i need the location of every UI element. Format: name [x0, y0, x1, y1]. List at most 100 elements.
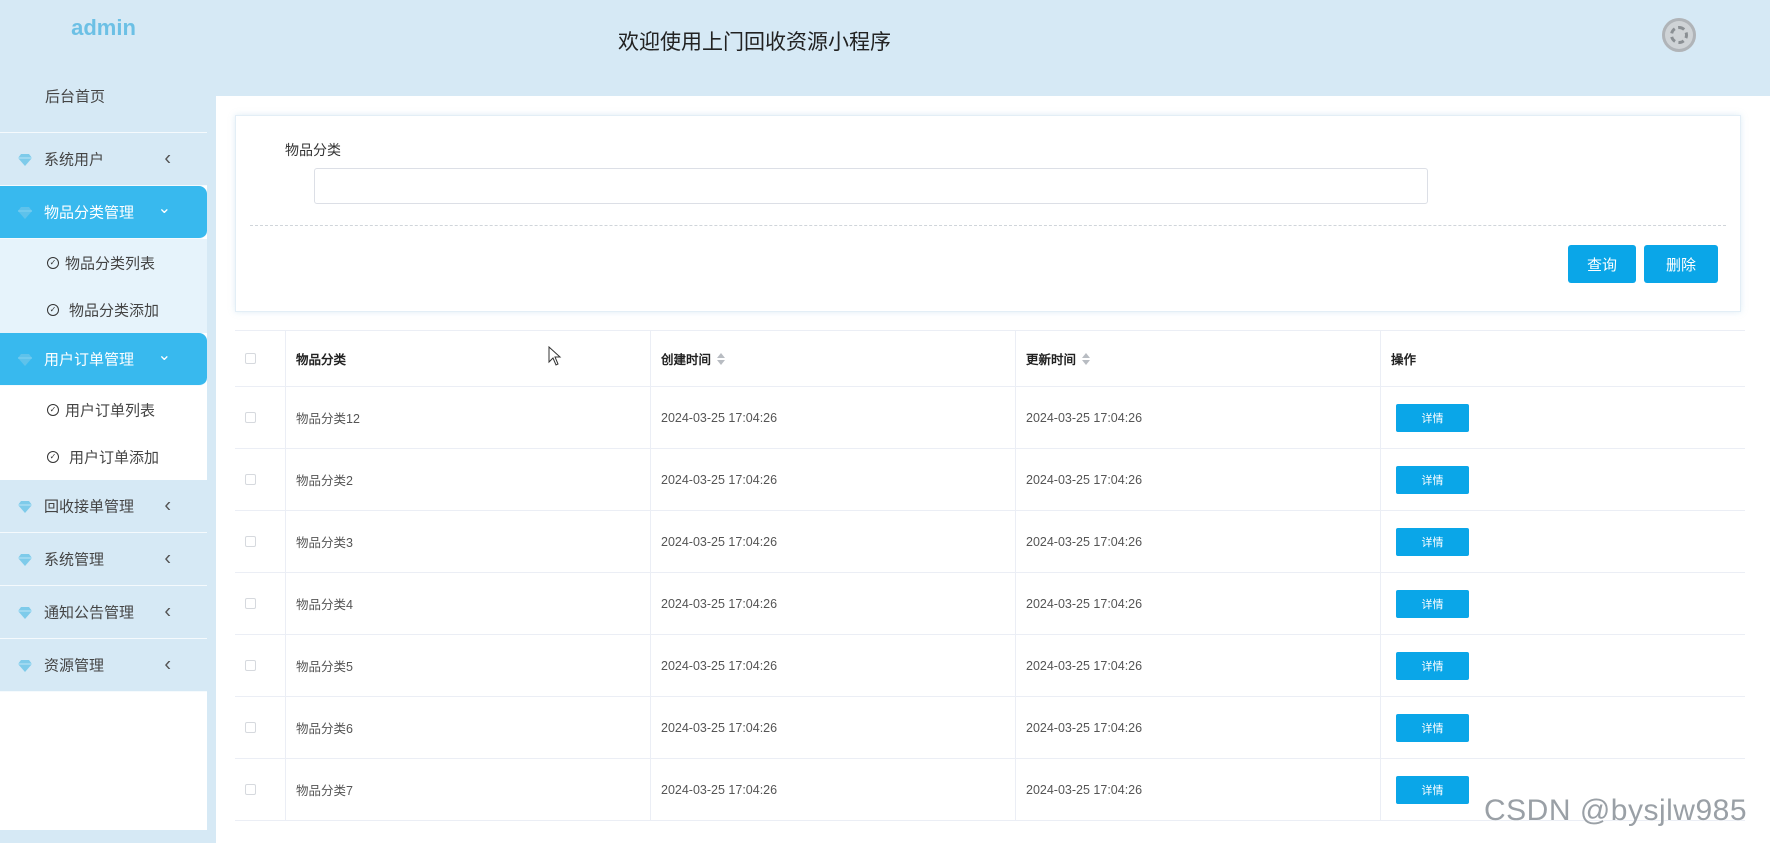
cell-updated: 2024-03-25 17:04:26 — [1016, 635, 1381, 696]
sidebar-item-2[interactable]: 用户订单管理 ⌄ — [0, 333, 207, 386]
header-actions-label: 操作 — [1391, 353, 1417, 367]
detail-button[interactable]: 详情 — [1396, 775, 1469, 804]
sidebar-item-4[interactable]: 系统管理 ‹ — [0, 533, 207, 586]
cell-category: 物品分类2 — [286, 449, 651, 510]
header-updated[interactable]: 更新时间 — [1016, 331, 1381, 386]
cell-updated-text: 2024-03-25 17:04:26 — [1026, 472, 1143, 487]
cell-category-text: 物品分类7 — [296, 784, 353, 798]
row-checkbox[interactable] — [245, 722, 256, 733]
sidebar-item-0[interactable]: 系统用户 ‹ — [0, 133, 207, 186]
cell-category-text: 物品分类6 — [296, 722, 353, 736]
sidebar-subitem-1-1[interactable]: ✓ 物品分类添加 — [0, 286, 207, 333]
table-row: 物品分类3 2024-03-25 17:04:26 2024-03-25 17:04… — [235, 511, 1745, 573]
chevron-left-icon: ‹ — [164, 147, 171, 170]
cell-created-text: 2024-03-25 17:04:26 — [661, 782, 778, 797]
sidebar-subitem-2-0[interactable]: ✓ 用户订单列表 — [0, 386, 207, 433]
brand-logo: admin — [0, 0, 207, 60]
data-table: 物品分类 创建时间 更新时间 操作 物品分类12 2024-03-25 17:04… — [235, 330, 1745, 821]
cell-updated-text: 2024-03-25 17:04:26 — [1026, 410, 1143, 425]
cell-category-text: 物品分类2 — [296, 474, 353, 488]
select-all-checkbox[interactable] — [245, 353, 256, 364]
cell-category-text: 物品分类12 — [296, 412, 360, 426]
detail-button[interactable]: 详情 — [1396, 651, 1469, 680]
row-checkbox[interactable] — [245, 536, 256, 547]
cell-created-text: 2024-03-25 17:04:26 — [661, 720, 778, 735]
header-category-label: 物品分类 — [296, 353, 347, 367]
row-checkbox[interactable] — [245, 660, 256, 671]
query-button[interactable]: 查询 — [1568, 245, 1636, 283]
table-body: 物品分类12 2024-03-25 17:04:26 2024-03-25 17:0… — [235, 387, 1745, 821]
row-select-cell — [235, 387, 286, 448]
cell-created: 2024-03-25 17:04:26 — [651, 635, 1016, 696]
table-row: 物品分类2 2024-03-25 17:04:26 2024-03-25 17:04… — [235, 449, 1745, 511]
mouse-cursor-icon — [548, 346, 562, 366]
cell-created-text: 2024-03-25 17:04:26 — [661, 658, 778, 673]
category-search-input[interactable] — [314, 168, 1428, 204]
check-circle-icon: ✓ — [47, 450, 59, 463]
cell-actions: 详情 — [1381, 511, 1745, 572]
cell-actions: 详情 — [1381, 387, 1745, 448]
sidebar-item-5[interactable]: 通知公告管理 ‹ — [0, 586, 207, 639]
sidebar-subitem-label: 物品分类添加 — [69, 302, 160, 319]
row-checkbox[interactable] — [245, 598, 256, 609]
chevron-left-icon: ‹ — [164, 600, 171, 623]
cell-updated: 2024-03-25 17:04:26 — [1016, 387, 1381, 448]
cell-category: 物品分类7 — [286, 759, 651, 820]
watermark: CSDN @bysjlw985 — [1484, 794, 1748, 827]
detail-button[interactable]: 详情 — [1396, 527, 1469, 556]
cell-updated-text: 2024-03-25 17:04:26 — [1026, 720, 1143, 735]
header-created[interactable]: 创建时间 — [651, 331, 1016, 386]
header-actions: 操作 — [1381, 331, 1745, 386]
detail-button[interactable]: 详情 — [1396, 713, 1469, 742]
diamond-icon — [18, 500, 32, 513]
sidebar-subitem-label: 用户订单列表 — [65, 402, 156, 419]
sort-icon[interactable] — [717, 352, 726, 366]
sidebar-item-label: 回收接单管理 — [44, 498, 135, 516]
detail-button[interactable]: 详情 — [1396, 403, 1469, 432]
sidebar-item-label: 通知公告管理 — [44, 604, 135, 622]
row-select-cell — [235, 635, 286, 696]
chevron-left-icon: ‹ — [164, 653, 171, 676]
cell-category-text: 物品分类4 — [296, 598, 353, 612]
cell-actions: 详情 — [1381, 573, 1745, 634]
cell-category-text: 物品分类3 — [296, 536, 353, 550]
detail-button[interactable]: 详情 — [1396, 465, 1469, 494]
row-checkbox[interactable] — [245, 412, 256, 423]
sidebar-subitem-label: 用户订单添加 — [69, 449, 160, 466]
diamond-icon — [18, 353, 32, 366]
cell-updated-text: 2024-03-25 17:04:26 — [1026, 782, 1143, 797]
cell-category: 物品分类5 — [286, 635, 651, 696]
row-select-cell — [235, 449, 286, 510]
delete-button[interactable]: 删除 — [1644, 245, 1718, 283]
cell-category-text: 物品分类5 — [296, 660, 353, 674]
sidebar-subitem-1-0[interactable]: ✓ 物品分类列表 — [0, 239, 207, 286]
sidebar-item-3[interactable]: 回收接单管理 ‹ — [0, 480, 207, 533]
cell-created-text: 2024-03-25 17:04:26 — [661, 534, 778, 549]
cell-updated: 2024-03-25 17:04:26 — [1016, 449, 1381, 510]
cell-updated-text: 2024-03-25 17:04:26 — [1026, 658, 1143, 673]
page-title: 欢迎使用上门回收资源小程序 — [618, 31, 891, 54]
row-checkbox[interactable] — [245, 784, 256, 795]
sort-icon[interactable] — [1082, 352, 1091, 366]
sidebar-subitem-2-1[interactable]: ✓ 用户订单添加 — [0, 433, 207, 480]
detail-button[interactable]: 详情 — [1396, 589, 1469, 618]
cell-category: 物品分类6 — [286, 697, 651, 758]
sidebar-item-6[interactable]: 资源管理 ‹ — [0, 639, 207, 692]
search-card — [235, 115, 1741, 312]
cell-created: 2024-03-25 17:04:26 — [651, 697, 1016, 758]
cell-updated: 2024-03-25 17:04:26 — [1016, 573, 1381, 634]
diamond-icon — [18, 153, 32, 166]
cell-created: 2024-03-25 17:04:26 — [651, 573, 1016, 634]
check-circle-icon: ✓ — [47, 256, 59, 269]
sidebar-item-1[interactable]: 物品分类管理 ⌄ — [0, 186, 207, 239]
divider — [250, 225, 1726, 226]
sidebar-footer — [0, 830, 207, 843]
cell-actions: 详情 — [1381, 635, 1745, 696]
sidebar: admin 后台首页 系统用户 ‹ 物品分类管理 ⌄ ✓ 物品分类列表 ✓ 物品分类添加 用户订单… — [0, 0, 207, 843]
cell-updated: 2024-03-25 17:04:26 — [1016, 511, 1381, 572]
row-checkbox[interactable] — [245, 474, 256, 485]
sidebar-item-label: 用户订单管理 — [44, 351, 135, 369]
cell-category: 物品分类4 — [286, 573, 651, 634]
cell-created-text: 2024-03-25 17:04:26 — [661, 472, 778, 487]
sidebar-item-home[interactable]: 后台首页 — [0, 60, 207, 133]
